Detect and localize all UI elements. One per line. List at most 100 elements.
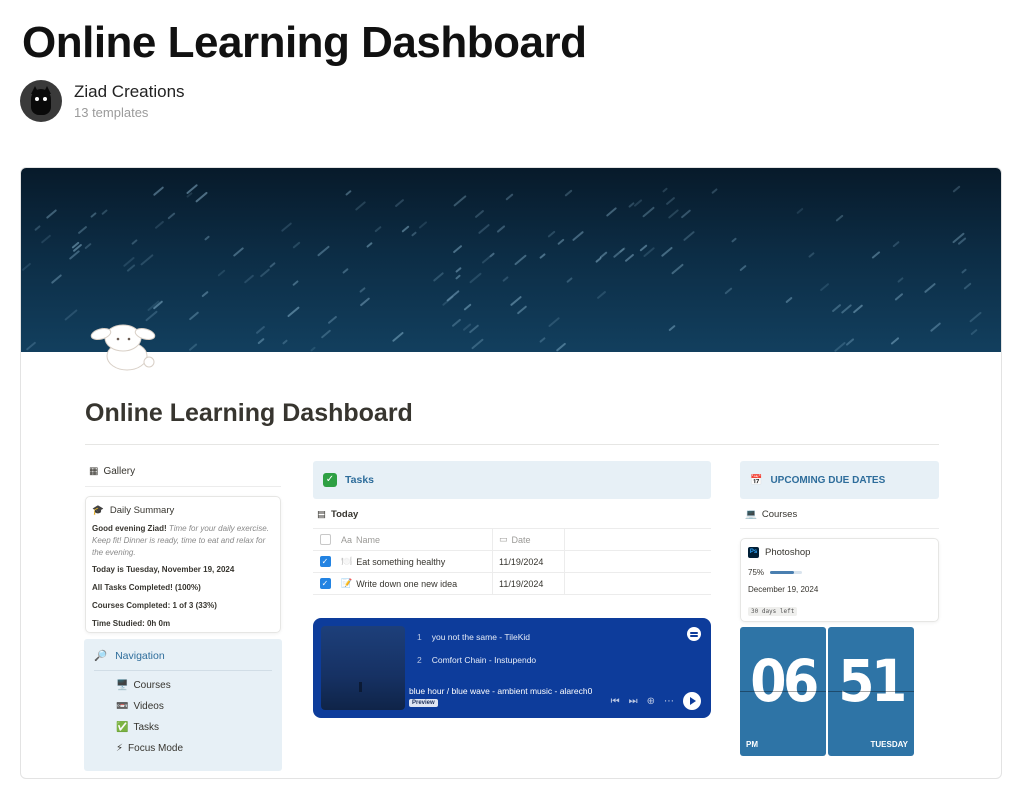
fish-streak	[392, 331, 404, 342]
fish-streak	[890, 336, 900, 345]
fish-streak	[84, 242, 92, 250]
add-icon[interactable]: ⊕	[647, 696, 655, 707]
nav-item-videos[interactable]: 📼 Videos	[116, 696, 272, 717]
fish-streak	[292, 241, 301, 250]
flip-clock-minutes: 51 TUESDAY	[828, 627, 914, 756]
fish-streak	[831, 303, 842, 313]
graduation-cap-icon: 🎓	[92, 505, 104, 516]
tasks-title: Tasks	[345, 474, 374, 486]
fish-streak	[670, 263, 684, 275]
fish-streak	[555, 342, 567, 352]
lightning-icon: ⚡	[116, 743, 124, 754]
summary-greeting: Good evening Ziad! Time for your daily e…	[92, 524, 269, 557]
summary-today: Today is Tuesday, November 19, 2024	[92, 565, 235, 574]
fish-streak	[897, 276, 904, 283]
task-name[interactable]: Write down one new idea	[356, 579, 457, 589]
table-row[interactable]: ✓ 📝 Write down one new idea 11/19/2024	[313, 573, 711, 595]
fish-streak	[90, 211, 97, 218]
task-checkbox[interactable]: ✓	[319, 578, 331, 589]
fish-streak	[374, 225, 383, 233]
fish-streak	[496, 225, 506, 234]
fish-streak	[259, 267, 270, 278]
fish-streak	[970, 328, 978, 336]
grid-icon: ▦	[89, 466, 99, 477]
courses-view-tab[interactable]: 💻 Courses	[745, 509, 797, 520]
fish-streak	[871, 251, 881, 260]
photoshop-icon: Ps	[748, 547, 759, 558]
fish-streak	[269, 261, 277, 268]
fish-streak	[514, 254, 527, 266]
gallery-label: Gallery	[103, 466, 136, 477]
author-block[interactable]: Ziad Creations 13 templates	[20, 80, 185, 122]
table-row[interactable]: ✓ 🍽️ Eat something healthy 11/19/2024	[313, 551, 711, 573]
fish-streak	[292, 279, 299, 286]
gallery-view-tab[interactable]: ▦ Gallery	[89, 466, 135, 477]
page-title: Online Learning Dashboard	[22, 18, 587, 67]
column-header-name[interactable]: Aa Name	[337, 529, 493, 550]
calendar-icon: 📅	[750, 474, 763, 486]
summary-title: Daily Summary	[109, 505, 175, 516]
fish-streak	[642, 206, 655, 219]
fish-streak	[154, 220, 165, 229]
track-item[interactable]: 2 Comfort Chain - Instupendo	[417, 655, 536, 665]
dashboard-title: Online Learning Dashboard	[85, 399, 413, 427]
fish-streak	[639, 244, 648, 252]
fish-streak	[642, 247, 656, 258]
template-preview: Online Learning Dashboard ▦ Gallery 🎓 Da…	[20, 167, 1002, 779]
fish-streak	[624, 253, 634, 263]
fish-streak	[25, 340, 37, 351]
track-item[interactable]: 1 you not the same - TileKid	[417, 632, 530, 642]
fish-streak	[930, 321, 942, 332]
task-checkbox[interactable]: ✓	[319, 556, 331, 567]
due-dates-callout: 📅 UPCOMING DUE DATES	[740, 461, 939, 499]
fish-streak	[365, 242, 373, 248]
divider	[740, 528, 939, 529]
nav-item-tasks[interactable]: ✅ Tasks	[116, 717, 272, 738]
fish-streak	[845, 337, 855, 346]
fish-streak	[477, 223, 490, 235]
fish-streak	[834, 341, 846, 352]
avatar[interactable]	[20, 80, 62, 122]
column-header-date[interactable]: ▭ Date	[493, 529, 565, 550]
fish-streak	[963, 282, 973, 291]
fish-streak	[481, 255, 491, 264]
fish-streak	[455, 267, 462, 273]
fish-streak	[605, 207, 617, 217]
nav-item-courses[interactable]: 🖥️ Courses	[116, 675, 272, 696]
fish-streak	[731, 237, 738, 243]
author-name[interactable]: Ziad Creations	[74, 82, 185, 102]
album-art	[321, 626, 405, 710]
now-playing-title: blue hour / blue wave - ambient music - …	[409, 686, 593, 696]
fish-streak	[819, 282, 830, 292]
task-date[interactable]: 11/19/2024	[493, 573, 565, 594]
fish-streak	[505, 193, 514, 201]
fish-streak	[516, 305, 528, 315]
play-button[interactable]	[683, 692, 701, 710]
fish-streak	[471, 338, 485, 350]
course-card[interactable]: Ps Photoshop 75% December 19, 2024 30 da…	[740, 538, 939, 622]
previous-icon[interactable]: ⏮	[611, 696, 620, 707]
fish-streak	[309, 346, 316, 352]
task-name[interactable]: Eat something healthy	[356, 557, 445, 567]
clock-day: TUESDAY	[870, 740, 909, 749]
flip-clock-hours: 06 PM	[740, 627, 826, 756]
spotify-embed-player: 1 you not the same - TileKid 2 Comfort C…	[313, 618, 711, 718]
fish-streak	[317, 245, 331, 257]
task-date[interactable]: 11/19/2024	[493, 551, 565, 572]
daily-summary-card[interactable]: 🎓 Daily Summary Good evening Ziad! Time …	[85, 496, 281, 633]
more-icon[interactable]: ⋯	[664, 696, 674, 707]
fish-streak	[665, 196, 676, 206]
nav-item-focus-mode[interactable]: ⚡ Focus Mode	[116, 738, 272, 759]
due-dates-title: UPCOMING DUE DATES	[770, 474, 886, 486]
spotify-icon[interactable]	[687, 627, 701, 641]
tasks-table: Aa Name ▭ Date ✓ 🍽️ Eat something healthy 1…	[313, 528, 711, 595]
today-view-tab[interactable]: ▤ Today	[317, 509, 358, 520]
fish-streak	[232, 247, 244, 257]
fish-streak	[668, 324, 677, 332]
fish-streak	[557, 238, 565, 246]
magnifier-icon: 🔎	[94, 650, 108, 662]
bunny-mascot-icon	[90, 324, 156, 371]
fish-streak	[952, 185, 961, 193]
next-icon[interactable]: ⏭	[629, 696, 638, 707]
course-name: Photoshop	[765, 547, 811, 558]
